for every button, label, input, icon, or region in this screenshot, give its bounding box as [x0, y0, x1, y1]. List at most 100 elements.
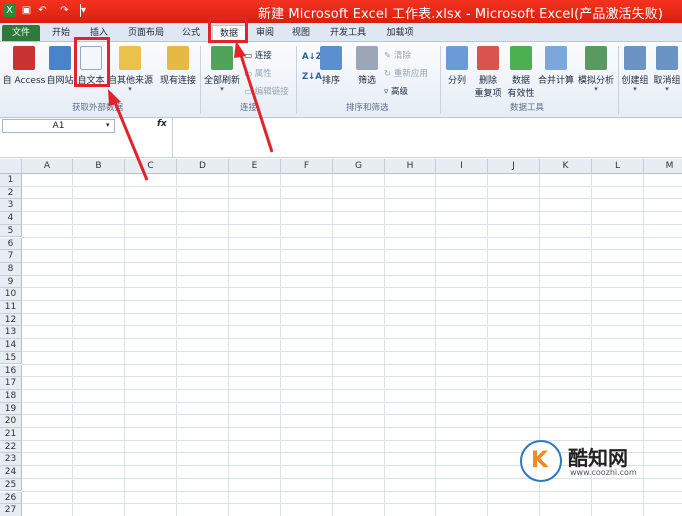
row-header[interactable]: 25: [0, 478, 22, 492]
row-header[interactable]: 14: [0, 339, 22, 352]
tab-file[interactable]: 文件: [2, 25, 40, 41]
customize-quick-access-icon[interactable]: ▾: [80, 4, 86, 17]
sort-button[interactable]: 排序: [318, 46, 344, 86]
column-header[interactable]: C: [125, 159, 177, 174]
row-gridline: [22, 401, 682, 403]
column-header[interactable]: H: [385, 159, 436, 174]
column-header[interactable]: M: [644, 159, 682, 174]
formula-bar: A1 ▾ fx: [0, 118, 682, 158]
column-header[interactable]: D: [177, 159, 229, 174]
highlight-from-text: [74, 37, 110, 87]
tab-review[interactable]: 审阅: [250, 25, 280, 41]
refresh-icon: [211, 46, 233, 70]
column-header[interactable]: I: [436, 159, 488, 174]
row-gridline: [22, 388, 682, 390]
filter-button[interactable]: 筛选: [354, 46, 380, 86]
tab-formulas[interactable]: 公式: [174, 25, 208, 41]
row-header[interactable]: 22: [0, 440, 22, 454]
split-columns-icon: [446, 46, 468, 70]
undo-icon[interactable]: ↶: [36, 4, 49, 17]
ungroup-button[interactable]: 取消组 ▾: [652, 46, 682, 93]
row-header[interactable]: 6: [0, 237, 22, 251]
dropdown-arrow-icon: ▾: [220, 85, 224, 93]
row-header[interactable]: 18: [0, 389, 22, 403]
row-header[interactable]: 7: [0, 250, 22, 263]
row-gridline: [22, 274, 682, 276]
clear-filter-button[interactable]: ✎ 清除: [384, 49, 411, 61]
row-header[interactable]: 27: [0, 504, 22, 516]
column-header[interactable]: G: [333, 159, 385, 174]
properties-button[interactable]: ▭ 属性: [244, 67, 272, 79]
from-web-button[interactable]: 自网站: [46, 46, 74, 86]
remove-duplicates-button[interactable]: 删除 重复项: [472, 46, 504, 99]
tab-view[interactable]: 视图: [284, 25, 318, 41]
save-icon[interactable]: ▣: [20, 4, 33, 17]
tab-developer[interactable]: 开发工具: [322, 25, 374, 41]
tab-home[interactable]: 开始: [44, 25, 78, 41]
column-header[interactable]: F: [281, 159, 333, 174]
redo-icon[interactable]: ↷: [58, 4, 71, 17]
what-if-analysis-button[interactable]: 模拟分析 ▾: [576, 46, 616, 93]
row-header[interactable]: 13: [0, 326, 22, 340]
row-header[interactable]: 1: [0, 174, 22, 187]
row-header[interactable]: 16: [0, 364, 22, 378]
from-access-button[interactable]: 自 Access: [2, 46, 46, 86]
consolidate-button[interactable]: 合并计算: [538, 46, 574, 86]
row-header[interactable]: 11: [0, 301, 22, 314]
group-separator: [296, 46, 297, 114]
existing-connections-button[interactable]: 现有连接: [158, 46, 198, 86]
advanced-filter-button[interactable]: ▿ 高级: [384, 85, 408, 97]
row-header[interactable]: 5: [0, 224, 22, 238]
column-header[interactable]: A: [22, 159, 73, 174]
column-header[interactable]: J: [488, 159, 540, 174]
what-if-icon: [585, 46, 607, 70]
edit-links-button[interactable]: ▭ 编辑链接: [244, 85, 289, 97]
insert-function-icon[interactable]: fx: [157, 119, 167, 129]
tab-page-layout[interactable]: 页面布局: [120, 25, 172, 41]
group-separator: [618, 46, 619, 114]
connections-button[interactable]: ▭ 连接: [244, 49, 272, 61]
group-button[interactable]: 创建组 ▾: [620, 46, 650, 93]
row-gridline: [22, 300, 682, 301]
row-header[interactable]: 15: [0, 351, 22, 365]
column-header[interactable]: L: [592, 159, 644, 174]
sort-icon: [320, 46, 342, 70]
row-header[interactable]: 2: [0, 186, 22, 200]
remove-duplicates-icon: [477, 46, 499, 70]
row-gridline: [22, 363, 682, 365]
column-header[interactable]: B: [73, 159, 125, 174]
row-header[interactable]: 10: [0, 288, 22, 301]
dropdown-arrow-icon: ▾: [128, 85, 132, 93]
group-label-data-tools: 数据工具: [510, 103, 545, 113]
group-label-connections: 连接: [240, 103, 258, 113]
row-header[interactable]: 26: [0, 491, 22, 505]
data-validation-button[interactable]: 数据 有效性: [505, 46, 537, 99]
group-icon: [624, 46, 646, 70]
row-header[interactable]: 21: [0, 428, 22, 441]
tab-addins[interactable]: 加载项: [378, 25, 422, 41]
select-all-corner[interactable]: [0, 159, 22, 174]
column-header[interactable]: K: [540, 159, 592, 174]
text-to-columns-button[interactable]: 分列: [444, 46, 470, 86]
row-header[interactable]: 3: [0, 199, 22, 213]
from-other-sources-button[interactable]: 自其他来源 ▾: [108, 46, 153, 93]
filter-icon: [356, 46, 378, 70]
row-header[interactable]: 17: [0, 377, 22, 390]
row-gridline: [22, 185, 682, 187]
row-header[interactable]: 12: [0, 313, 22, 327]
name-box-dropdown-icon[interactable]: ▾: [106, 121, 110, 129]
row-header[interactable]: 9: [0, 275, 22, 289]
row-header[interactable]: 23: [0, 453, 22, 467]
row-header[interactable]: 8: [0, 262, 22, 276]
formula-input[interactable]: [172, 118, 682, 157]
name-box[interactable]: A1: [2, 119, 115, 133]
row-header[interactable]: 4: [0, 212, 22, 225]
group-label-get-external-data: 获取外部数据: [72, 103, 124, 113]
reapply-filter-button[interactable]: ↻ 重新应用: [384, 67, 428, 79]
refresh-all-button[interactable]: 全部刷新 ▾: [204, 46, 240, 93]
row-header[interactable]: 20: [0, 415, 22, 428]
row-header[interactable]: 19: [0, 402, 22, 416]
row-header[interactable]: 24: [0, 466, 22, 479]
dropdown-arrow-icon: ▾: [665, 85, 669, 93]
column-header[interactable]: E: [229, 159, 281, 174]
